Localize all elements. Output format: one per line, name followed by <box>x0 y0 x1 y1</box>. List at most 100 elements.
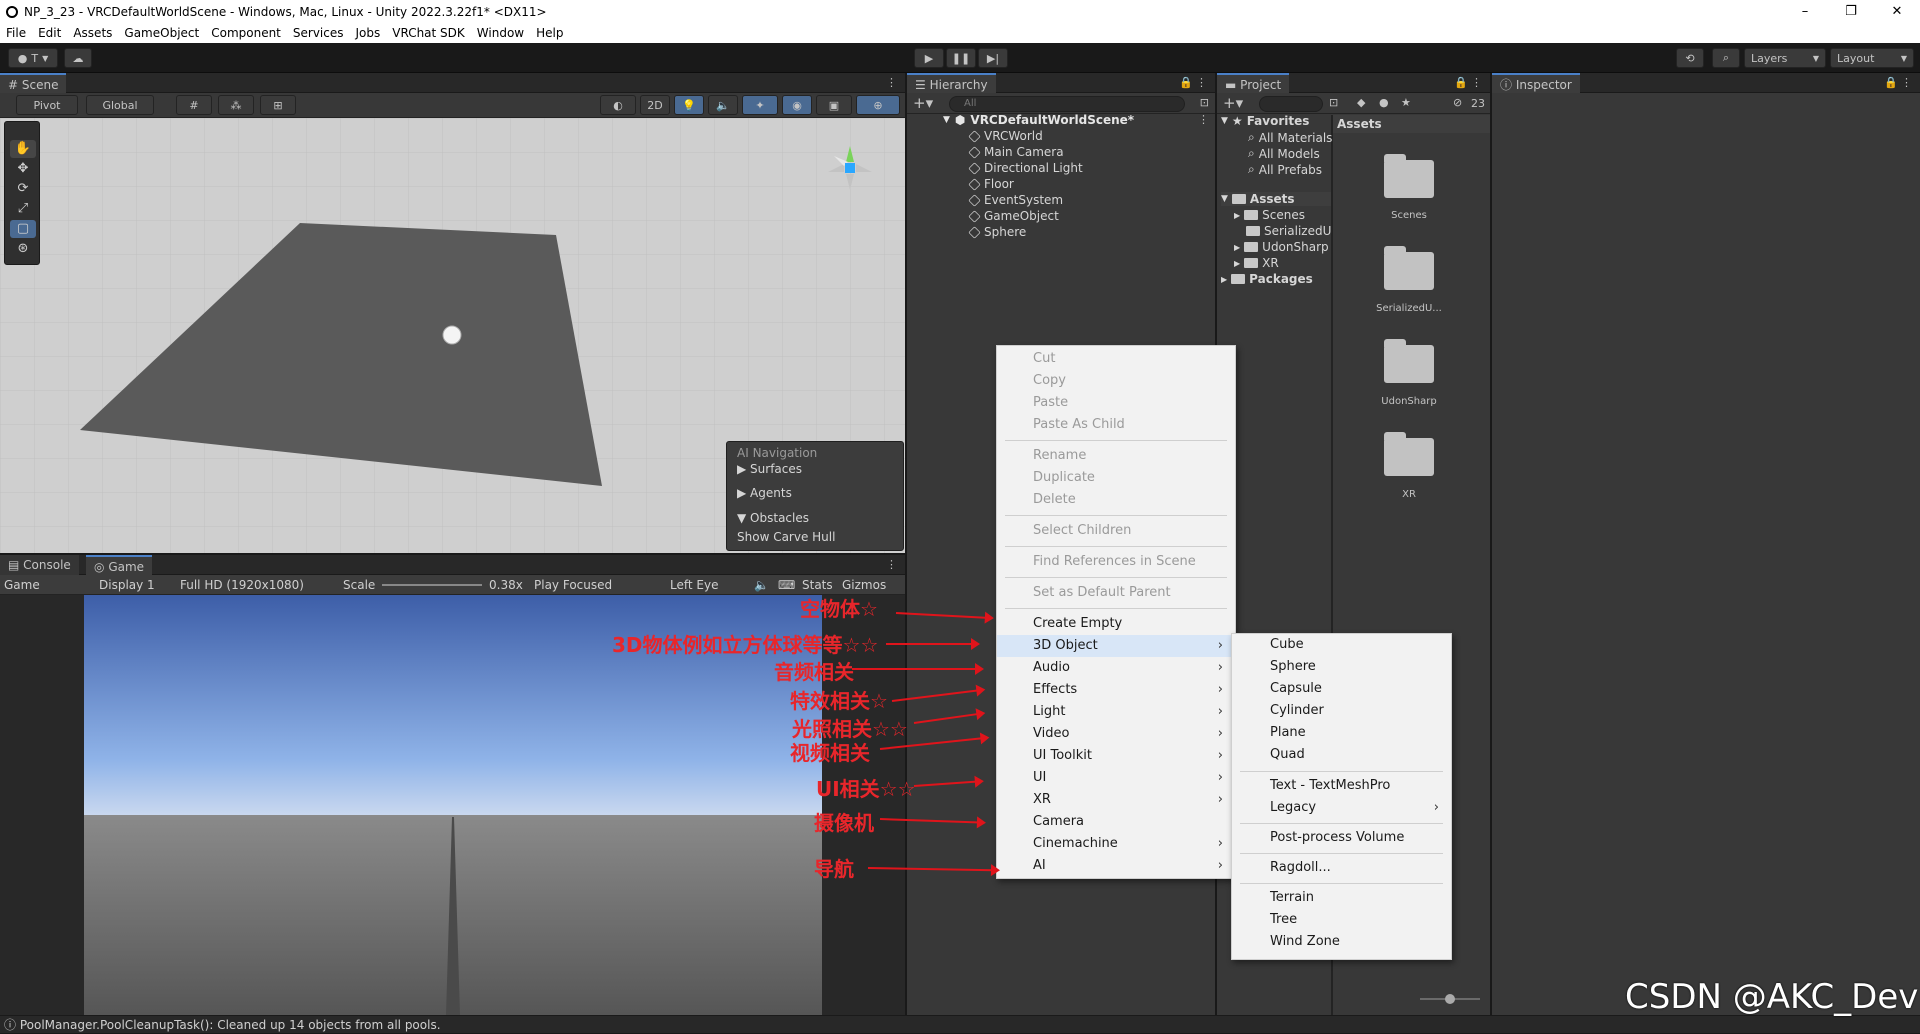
asset-folder-udonsharp[interactable]: ▶ UdonSharp <box>1234 240 1329 254</box>
folder-icon[interactable] <box>1384 154 1434 198</box>
submenu-item-capsule[interactable]: Capsule <box>1232 678 1451 700</box>
grid-item-serializedu[interactable]: SerializedU... <box>1364 303 1454 314</box>
menu-gameobject[interactable]: GameObject <box>124 26 199 40</box>
tab-game[interactable]: ◎ Game <box>86 555 153 575</box>
menu-item-ui[interactable]: UI › <box>997 767 1235 789</box>
submenu-item-post-process-volume[interactable]: Post-process Volume <box>1232 827 1451 849</box>
hierarchy-item-main-camera[interactable]: Main Camera <box>968 145 1064 159</box>
favorite-all-materials[interactable]: ⌕ All Materials <box>1248 130 1332 145</box>
resolution-dropdown[interactable]: Full HD (1920x1080) <box>180 575 304 595</box>
more-icon[interactable]: ⋮ <box>886 76 897 89</box>
more-icon[interactable]: ⋮ <box>886 558 897 571</box>
tab-project[interactable]: ▬ Project <box>1217 73 1290 93</box>
play-button[interactable]: ▶ <box>914 48 944 68</box>
audio-toggle[interactable]: 🔈 <box>708 95 738 115</box>
maximize-button[interactable]: ❐ <box>1828 0 1874 23</box>
show-carve-hull-item[interactable]: Show Carve Hull <box>737 530 835 544</box>
submenu-item-sphere[interactable]: Sphere <box>1232 656 1451 678</box>
layers-dropdown[interactable]: Layers ▼ <box>1744 48 1826 68</box>
eye-dropdown[interactable]: Left Eye <box>670 575 718 595</box>
global-dropdown[interactable]: Global <box>86 95 154 115</box>
icon-size-slider-thumb[interactable] <box>1445 994 1455 1004</box>
transform-tool-button[interactable]: ⊛ <box>10 240 36 258</box>
rotate-tool-button[interactable]: ⟳ <box>10 180 36 198</box>
tab-hierarchy[interactable]: ☰ Hierarchy <box>907 73 996 93</box>
hierarchy-search-input[interactable]: All <box>949 96 1185 112</box>
camera-settings-button[interactable]: ▣ <box>816 95 852 115</box>
menu-file[interactable]: File <box>6 26 26 40</box>
menu-item-ui-toolkit[interactable]: UI Toolkit › <box>997 745 1235 767</box>
hierarchy-item-sphere[interactable]: Sphere <box>968 225 1026 239</box>
pivot-dropdown[interactable]: Pivot <box>16 95 78 115</box>
submenu-item-terrain[interactable]: Terrain <box>1232 887 1451 909</box>
gizmos-dropdown[interactable]: Gizmos <box>842 575 886 595</box>
play-mode-dropdown[interactable]: Play Focused <box>534 575 612 595</box>
agents-item[interactable]: ▶ Agents <box>737 486 792 500</box>
submenu-item-cylinder[interactable]: Cylinder <box>1232 700 1451 722</box>
menu-item-effects[interactable]: Effects › <box>997 679 1235 701</box>
tab-scene[interactable]: # Scene <box>0 73 67 93</box>
folder-icon[interactable] <box>1384 339 1434 383</box>
lighting-toggle[interactable]: 💡 <box>674 95 704 115</box>
move-tool-button[interactable]: ✥ <box>10 160 36 178</box>
menu-item-camera[interactable]: Camera <box>997 811 1235 833</box>
add-icon[interactable]: +▾ <box>913 94 933 112</box>
obstacles-item[interactable]: ▼ Obstacles <box>737 511 809 525</box>
close-button[interactable]: ✕ <box>1874 0 1920 23</box>
assets-group[interactable]: ▼ Assets <box>1221 192 1331 206</box>
layout-dropdown[interactable]: Layout ▼ <box>1830 48 1914 68</box>
menu-component[interactable]: Component <box>211 26 281 40</box>
game-view[interactable] <box>84 595 822 1015</box>
filter-label-icon[interactable]: ◆ <box>1357 96 1365 109</box>
more-icon[interactable]: ⋮ <box>1901 76 1912 89</box>
visibility-toggle[interactable]: ◉ <box>782 95 812 115</box>
draw-mode-button[interactable]: ◐ <box>600 95 636 115</box>
menu-edit[interactable]: Edit <box>38 26 61 40</box>
star-icon[interactable]: ★ <box>1401 96 1411 109</box>
menu-item-create-empty[interactable]: Create Empty <box>997 613 1235 635</box>
asset-folder-serializedu[interactable]: SerializedU <box>1246 224 1331 238</box>
submenu-item-quad[interactable]: Quad <box>1232 744 1451 766</box>
menu-item-3d-object[interactable]: 3D Object › <box>997 635 1235 657</box>
lock-icon[interactable]: 🔒 <box>1884 76 1898 89</box>
tab-console[interactable]: ▤ Console <box>0 555 79 575</box>
favorite-all-models[interactable]: ⌕ All Models <box>1248 146 1320 161</box>
keyboard-icon[interactable]: ⌨ <box>778 575 795 595</box>
game-mode-dropdown[interactable]: Game <box>4 575 40 595</box>
menu-item-ai[interactable]: AI › <box>997 855 1235 877</box>
gizmos-toggle[interactable]: ⊕ <box>856 95 900 115</box>
hierarchy-item-gameobject[interactable]: GameObject <box>968 209 1059 223</box>
snap-increment-button[interactable]: ⁂ <box>218 95 254 115</box>
project-search-input[interactable] <box>1259 96 1323 112</box>
menu-window[interactable]: Window <box>477 26 524 40</box>
submenu-item-legacy[interactable]: Legacy › <box>1232 797 1451 819</box>
favorite-all-prefabs[interactable]: ⌕ All Prefabs <box>1248 162 1322 177</box>
display-dropdown[interactable]: Display 1 <box>99 575 155 595</box>
submenu-item-tree[interactable]: Tree <box>1232 909 1451 931</box>
2d-toggle[interactable]: 2D <box>640 95 670 115</box>
pause-button[interactable]: ❚❚ <box>946 48 976 68</box>
menu-item-cinemachine[interactable]: Cinemachine › <box>997 833 1235 855</box>
effects-toggle[interactable]: ✦ <box>742 95 778 115</box>
step-button[interactable]: ▶| <box>978 48 1008 68</box>
menu-jobs[interactable]: Jobs <box>356 26 381 40</box>
menu-help[interactable]: Help <box>536 26 563 40</box>
lock-icon[interactable]: 🔒 <box>1454 76 1468 89</box>
packages-group[interactable]: ▶ Packages <box>1221 272 1313 286</box>
mute-audio-icon[interactable]: 🔈 <box>754 575 769 595</box>
scene-root-item[interactable]: ▼ ⬢ VRCDefaultWorldScene* <box>943 113 1134 127</box>
submenu-item-wind-zone[interactable]: Wind Zone <box>1232 931 1451 953</box>
grid-item-udonsharp[interactable]: UdonSharp <box>1364 396 1454 407</box>
menu-item-video[interactable]: Video › <box>997 723 1235 745</box>
folder-icon[interactable] <box>1384 246 1434 290</box>
filter-type-icon[interactable]: ⊡ <box>1329 96 1338 109</box>
search-button[interactable]: ⌕ <box>1712 48 1740 68</box>
hierarchy-item-floor[interactable]: Floor <box>968 177 1014 191</box>
align-button[interactable]: ⊞ <box>260 95 296 115</box>
tab-inspector[interactable]: ⓘ Inspector <box>1492 73 1580 93</box>
menu-item-audio[interactable]: Audio › <box>997 657 1235 679</box>
submenu-item-ragdoll[interactable]: Ragdoll... <box>1232 857 1451 879</box>
favorites-group[interactable]: ▼ ★ Favorites <box>1221 114 1309 128</box>
search-options-icon[interactable]: ⊡ <box>1200 96 1209 109</box>
menu-vrchat-sdk[interactable]: VRChat SDK <box>392 26 465 40</box>
